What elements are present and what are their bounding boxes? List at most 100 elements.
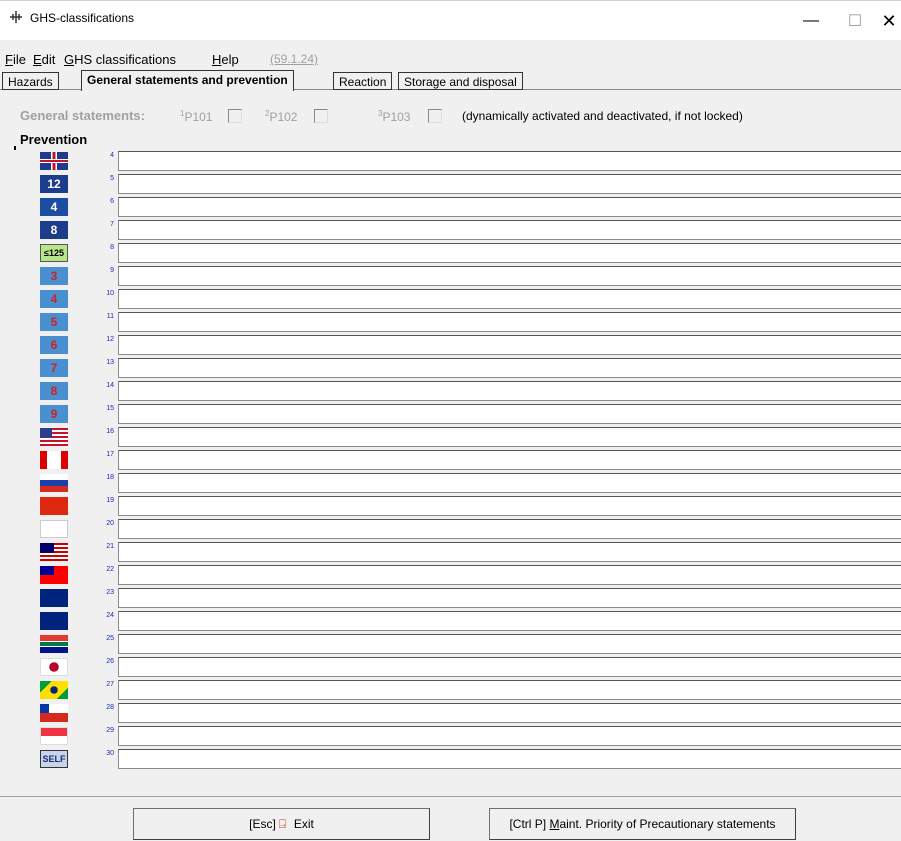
- p101-checkbox[interactable]: [228, 109, 242, 123]
- badge-5-icon: 5: [40, 313, 68, 331]
- prevention-statement-input[interactable]: [118, 473, 901, 493]
- maint-priority-button[interactable]: [Ctrl P] Maint. Priority of Precautionar…: [489, 808, 796, 840]
- prevention-row: 25: [0, 633, 901, 655]
- prevention-statement-input[interactable]: [118, 312, 901, 332]
- prevention-statement-input[interactable]: [118, 427, 901, 447]
- row-number: 11: [106, 313, 114, 320]
- prevention-statement-input[interactable]: [118, 289, 901, 309]
- prevention-statement-input[interactable]: [118, 335, 901, 355]
- row-number: 28: [106, 704, 114, 711]
- window-title: GHS-classifications: [30, 11, 135, 25]
- prevention-statement-input[interactable]: [118, 174, 901, 194]
- prevention-statement-input[interactable]: [118, 243, 901, 263]
- row-number: 5: [110, 175, 114, 182]
- prevention-row: 26: [0, 656, 901, 678]
- minimize-button[interactable]: —: [788, 3, 834, 39]
- prevention-statement-input[interactable]: [118, 450, 901, 470]
- prevention-statement-input[interactable]: [118, 266, 901, 286]
- dynamic-note: (dynamically activated and deactivated, …: [462, 109, 743, 123]
- badge-3-icon: 3: [40, 267, 68, 285]
- prevention-statement-input[interactable]: [118, 611, 901, 631]
- menu-help[interactable]: Help: [212, 52, 239, 67]
- badge-8-icon: 8: [40, 221, 68, 239]
- malaysia-flag-icon: [40, 543, 68, 561]
- row-number: 9: [110, 267, 114, 274]
- row-number: 24: [106, 612, 114, 619]
- exit-label: Exit: [293, 817, 314, 831]
- prevention-statement-input[interactable]: [118, 220, 901, 240]
- badge-125-icon: ≤125: [40, 244, 68, 262]
- prevention-row: 18: [0, 472, 901, 494]
- newzealand-flag-icon: [40, 612, 68, 630]
- prevention-statement-input[interactable]: [118, 680, 901, 700]
- brazil-flag-icon: [40, 681, 68, 699]
- prevention-heading: Prevention: [20, 132, 88, 147]
- prevention-statement-input[interactable]: [118, 703, 901, 723]
- priority-mnemonic: M: [549, 817, 560, 831]
- prevention-statement-input[interactable]: [118, 151, 901, 171]
- prevention-row: 8 14: [0, 380, 901, 402]
- title-bar: GHS-classifications — ☐ ✕: [0, 0, 901, 40]
- badge-6-icon: 6: [40, 336, 68, 354]
- row-number: 6: [110, 198, 114, 205]
- exit-key-label: [Esc]: [249, 817, 276, 831]
- row-number: 20: [106, 520, 114, 527]
- prevention-row: 39: [0, 265, 901, 287]
- p102-label: 2P102: [265, 109, 298, 124]
- exit-button[interactable]: [Esc] ⍈ Exit: [133, 808, 430, 840]
- row-number: 19: [106, 497, 114, 504]
- prevention-row: 4: [0, 150, 901, 172]
- prevention-row: 5 11: [0, 311, 901, 333]
- priority-key-label: [Ctrl P]: [509, 817, 547, 831]
- prevention-statement-input[interactable]: [118, 404, 901, 424]
- prevention-row: 46: [0, 196, 901, 218]
- p103-checkbox[interactable]: [428, 109, 442, 123]
- tab-hazards[interactable]: Hazards: [2, 72, 59, 90]
- badge-12-icon: 12: [40, 175, 68, 193]
- prevention-statement-input[interactable]: [118, 519, 901, 539]
- prevention-statement-input[interactable]: [118, 565, 901, 585]
- row-number: 22: [106, 566, 114, 573]
- badge-4-icon: 4: [40, 198, 68, 216]
- tab-storage-and-disposal[interactable]: Storage and disposal: [398, 72, 523, 90]
- prevention-statement-input[interactable]: [118, 197, 901, 217]
- badge-7-icon: 7: [40, 359, 68, 377]
- prevention-statement-input[interactable]: [118, 657, 901, 677]
- singapore-flag-icon: [40, 727, 68, 745]
- prevention-row: 16: [0, 426, 901, 448]
- prevention-statement-input[interactable]: [118, 726, 901, 746]
- menu-file[interactable]: File: [5, 52, 26, 67]
- tab-reaction[interactable]: Reaction: [333, 72, 393, 90]
- prevention-statement-input[interactable]: [118, 749, 901, 769]
- close-button[interactable]: ✕: [866, 3, 901, 39]
- prevention-statement-input[interactable]: [118, 588, 901, 608]
- prevention-statement-input[interactable]: [118, 358, 901, 378]
- prevention-row: 20: [0, 518, 901, 540]
- prevention-statement-input[interactable]: [118, 381, 901, 401]
- badge-8-red-icon: 8: [40, 382, 68, 400]
- prevention-row: 21: [0, 541, 901, 563]
- canada-flag-icon: [40, 451, 68, 469]
- tab-general-statements-and-prevention[interactable]: General statements and prevention: [81, 70, 294, 91]
- app-icon: [10, 11, 22, 23]
- row-number: 12: [106, 336, 114, 343]
- row-number: 16: [106, 428, 114, 435]
- russia-flag-icon: [40, 474, 68, 492]
- row-number: 21: [106, 543, 114, 550]
- badge-9-icon: 9: [40, 405, 68, 423]
- row-number: 4: [110, 152, 114, 159]
- prevention-row: 19: [0, 495, 901, 517]
- p102-checkbox[interactable]: [314, 109, 328, 123]
- prevention-statement-input[interactable]: [118, 634, 901, 654]
- prevention-statement-input[interactable]: [118, 496, 901, 516]
- row-number: 10: [106, 290, 114, 297]
- prevention-row: 22: [0, 564, 901, 586]
- prevention-row: 29: [0, 725, 901, 747]
- row-number: 14: [106, 382, 114, 389]
- prevention-row: 17: [0, 449, 901, 471]
- prevention-statement-input[interactable]: [118, 542, 901, 562]
- priority-label: aint. Priority of Precautionary statemen…: [559, 817, 776, 831]
- menu-ghs-classifications[interactable]: GHS classifications: [64, 52, 176, 67]
- prevention-row: 23: [0, 587, 901, 609]
- menu-edit[interactable]: Edit: [33, 52, 55, 67]
